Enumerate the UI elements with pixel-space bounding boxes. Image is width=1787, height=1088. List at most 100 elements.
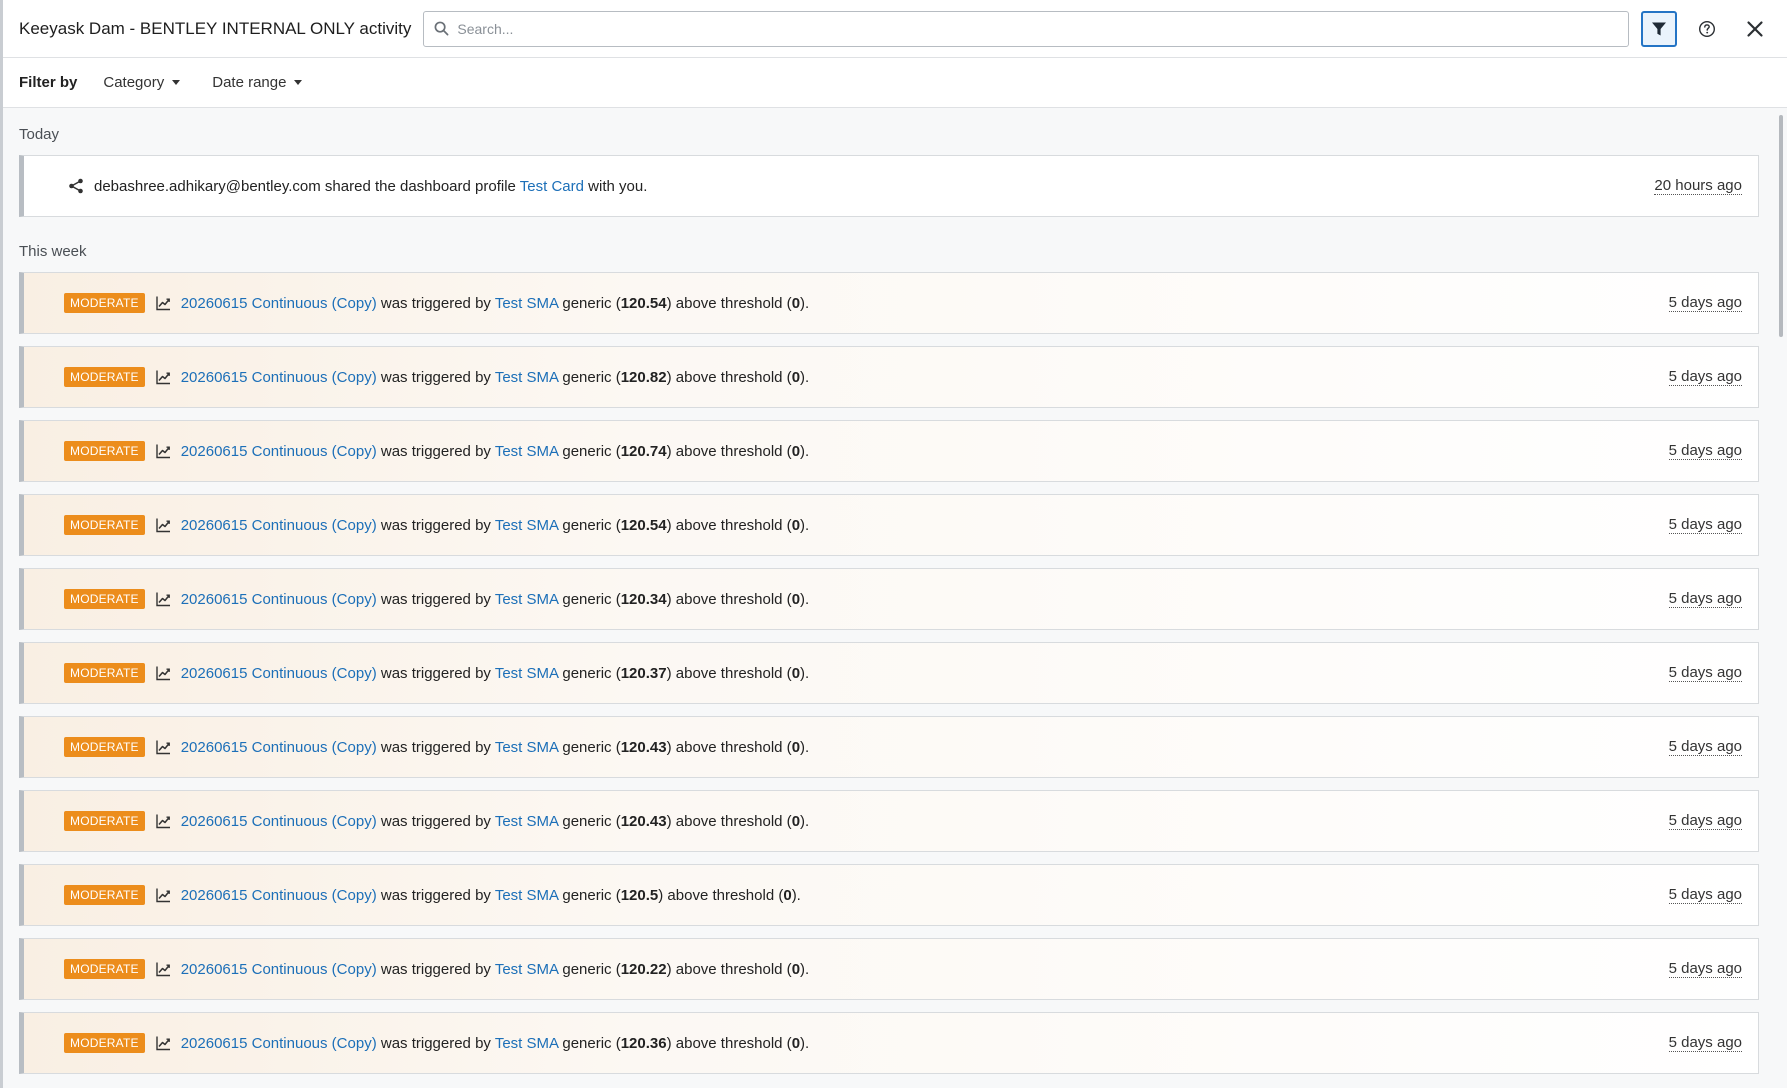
trend-line-icon [155,591,171,607]
alert-text-generic: generic ( [562,664,621,682]
timestamp[interactable]: 5 days ago [1668,812,1742,830]
trend-line-icon [155,887,171,903]
alert-source-link[interactable]: 20260615 Continuous (Copy) [181,369,377,386]
alert-value: 120.54 [620,294,667,312]
sensor-link[interactable]: Test SMA [495,739,558,756]
sensor-link[interactable]: Test SMA [495,295,558,312]
timestamp[interactable]: 5 days ago [1668,590,1742,608]
sensor-link[interactable]: Test SMA [495,517,558,534]
sensor-link[interactable]: Test SMA [495,813,558,830]
alert-text-generic: generic ( [562,960,621,978]
alert-source-link[interactable]: 20260615 Continuous (Copy) [181,739,377,756]
alert-text-triggered: was triggered by [380,886,491,904]
alert-value: 120.22 [620,960,667,978]
timestamp[interactable]: 5 days ago [1668,368,1742,386]
severity-badge: MODERATE [64,737,145,757]
alert-message: 20260615 Continuous (Copy) was triggered… [181,813,1669,830]
trend-line-icon [155,665,171,681]
activity-list: Today debashree.adhikary@bentley.com sha… [3,108,1787,1088]
alert-text-end: ). [800,590,810,608]
alert-items: MODERATE 20260615 Continuous (Copy) was … [19,272,1759,1074]
alert-value: 120.5 [620,886,659,904]
close-button[interactable] [1737,11,1773,47]
timestamp[interactable]: 5 days ago [1668,294,1742,312]
alert-text-generic: generic ( [562,812,621,830]
alert-message: 20260615 Continuous (Copy) was triggered… [181,295,1669,312]
sensor-link[interactable]: Test SMA [495,961,558,978]
alert-text-end: ). [800,516,810,534]
alert-source-link[interactable]: 20260615 Continuous (Copy) [181,443,377,460]
category-dropdown[interactable]: Category [103,74,181,91]
alert-message: 20260615 Continuous (Copy) was triggered… [181,443,1669,460]
timestamp[interactable]: 5 days ago [1668,960,1742,978]
panel-header: Keeyask Dam - BENTLEY INTERNAL ONLY acti… [3,0,1787,58]
timestamp[interactable]: 5 days ago [1668,516,1742,534]
activity-panel: Keeyask Dam - BENTLEY INTERNAL ONLY acti… [3,0,1787,1088]
alert-source-link[interactable]: 20260615 Continuous (Copy) [181,961,377,978]
alert-activity-item: MODERATE 20260615 Continuous (Copy) was … [19,790,1759,852]
timestamp[interactable]: 5 days ago [1668,886,1742,904]
close-icon [1747,20,1763,37]
alert-activity-item: MODERATE 20260615 Continuous (Copy) was … [19,642,1759,704]
trend-line-icon [155,813,171,829]
threshold-value: 0 [791,664,801,682]
timestamp[interactable]: 5 days ago [1668,664,1742,682]
alert-text-triggered: was triggered by [380,590,491,608]
timestamp[interactable]: 5 days ago [1668,738,1742,756]
sensor-link[interactable]: Test SMA [495,443,558,460]
alert-message: 20260615 Continuous (Copy) was triggered… [181,739,1669,756]
severity-badge: MODERATE [64,515,145,535]
filter-button[interactable] [1641,10,1677,47]
alert-text-generic: generic ( [562,886,621,904]
alert-activity-item: MODERATE 20260615 Continuous (Copy) was … [19,938,1759,1000]
alert-source-link[interactable]: 20260615 Continuous (Copy) [181,1035,377,1052]
timestamp[interactable]: 20 hours ago [1654,177,1742,195]
search-icon [434,21,449,36]
date-range-dropdown-label: Date range [212,74,287,91]
alert-text-triggered: was triggered by [380,368,491,386]
alert-text-generic: generic ( [562,442,621,460]
search-input[interactable] [457,20,1618,37]
sensor-link[interactable]: Test SMA [495,1035,558,1052]
sensor-link[interactable]: Test SMA [495,665,558,682]
alert-text-above: ) above threshold ( [658,886,784,904]
help-button[interactable] [1689,11,1725,47]
sensor-link[interactable]: Test SMA [495,369,558,386]
alert-message: 20260615 Continuous (Copy) was triggered… [181,665,1669,682]
share-text-end: with you. [588,177,648,195]
alert-text-triggered: was triggered by [380,442,491,460]
alert-message: 20260615 Continuous (Copy) was triggered… [181,961,1669,978]
threshold-value: 0 [791,516,801,534]
alert-value: 120.74 [620,442,667,460]
alert-source-link[interactable]: 20260615 Continuous (Copy) [181,665,377,682]
search-box[interactable] [423,10,1629,47]
alert-text-end: ). [791,886,801,904]
alert-text-above: ) above threshold ( [666,516,792,534]
section-this-week: This week [19,243,87,260]
timestamp[interactable]: 5 days ago [1668,1034,1742,1052]
sensor-link[interactable]: Test SMA [495,887,558,904]
trend-line-icon [155,443,171,459]
alert-text-triggered: was triggered by [380,1034,491,1052]
alert-text-above: ) above threshold ( [666,738,792,756]
threshold-value: 0 [791,738,801,756]
alert-source-link[interactable]: 20260615 Continuous (Copy) [181,813,377,830]
alert-source-link[interactable]: 20260615 Continuous (Copy) [181,887,377,904]
alert-text-triggered: was triggered by [380,516,491,534]
alert-source-link[interactable]: 20260615 Continuous (Copy) [181,295,377,312]
timestamp[interactable]: 5 days ago [1668,442,1742,460]
date-range-dropdown[interactable]: Date range [212,74,303,91]
scrollbar-thumb[interactable] [1779,115,1783,337]
alert-source-link[interactable]: 20260615 Continuous (Copy) [181,591,377,608]
alert-message: 20260615 Continuous (Copy) was triggered… [181,1035,1669,1052]
alert-text-generic: generic ( [562,738,621,756]
alert-text-end: ). [800,368,810,386]
alert-text-end: ). [800,442,810,460]
severity-badge: MODERATE [64,367,145,387]
alert-value: 120.54 [620,516,667,534]
alert-text-end: ). [800,294,810,312]
test-card-link[interactable]: Test Card [520,178,584,195]
sensor-link[interactable]: Test SMA [495,591,558,608]
severity-badge: MODERATE [64,589,145,609]
alert-source-link[interactable]: 20260615 Continuous (Copy) [181,517,377,534]
